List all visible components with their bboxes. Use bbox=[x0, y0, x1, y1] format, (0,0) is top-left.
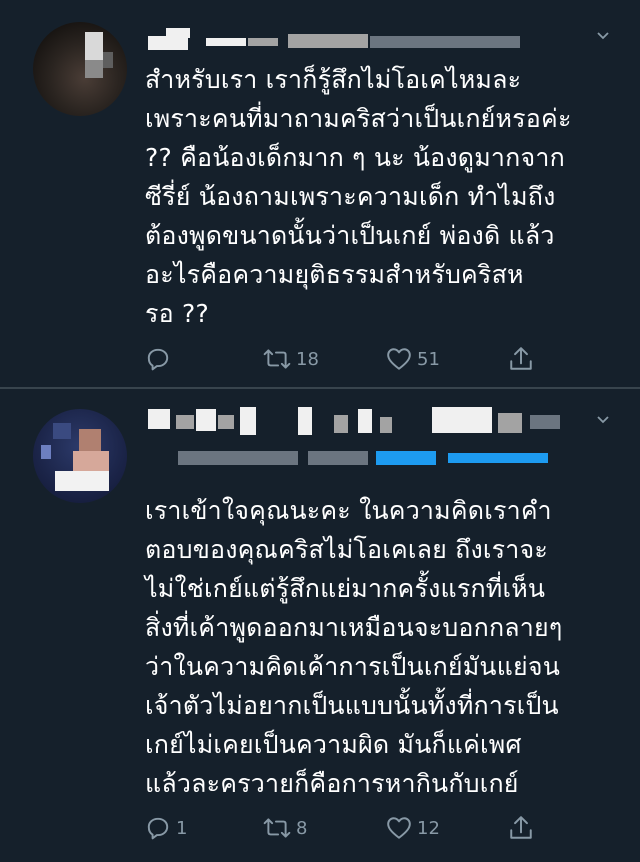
more-chevron-icon[interactable] bbox=[597, 414, 609, 426]
tweet[interactable]: สำหรับเรา เราก็รู้สึกไม่โอเคไหมละ เพราะค… bbox=[0, 0, 640, 388]
like-button[interactable]: 12 bbox=[386, 813, 440, 843]
retweet-count: 18 bbox=[296, 348, 319, 370]
avatar-blur-block bbox=[85, 32, 103, 60]
avatar-blur-block bbox=[103, 52, 113, 68]
retweet-count: 8 bbox=[296, 817, 308, 839]
reply-icon bbox=[145, 815, 171, 841]
retweet-icon bbox=[263, 815, 291, 841]
retweet-icon bbox=[263, 346, 291, 372]
like-icon bbox=[386, 347, 412, 371]
avatar-blur-block bbox=[41, 445, 51, 459]
share-button[interactable] bbox=[509, 344, 533, 374]
reply-button[interactable]: 1 bbox=[145, 813, 187, 843]
avatar-blur-block bbox=[79, 429, 101, 451]
redacted-handle[interactable] bbox=[148, 447, 568, 477]
tweet[interactable]: เราเข้าใจคุณนะคะ ในความคิดเราคำ ตอบของคุ… bbox=[0, 389, 640, 862]
tweet-actions: 18 51 bbox=[145, 344, 545, 374]
like-count: 12 bbox=[417, 817, 440, 839]
tweet-actions: 1 8 12 bbox=[145, 813, 545, 843]
retweet-button[interactable]: 18 bbox=[263, 344, 319, 374]
avatar[interactable] bbox=[33, 22, 127, 116]
reply-count: 1 bbox=[176, 817, 188, 839]
tweet-text: สำหรับเรา เราก็รู้สึกไม่โอเคไหมละ เพราะค… bbox=[145, 65, 572, 328]
avatar-blur-block bbox=[53, 423, 71, 439]
tweet-text: เราเข้าใจคุณนะคะ ในความคิดเราคำ ตอบของคุ… bbox=[145, 496, 563, 798]
like-count: 51 bbox=[417, 348, 440, 370]
avatar-blur-block bbox=[85, 60, 103, 78]
like-icon bbox=[386, 816, 412, 840]
share-icon bbox=[509, 346, 533, 372]
share-icon bbox=[509, 815, 533, 841]
redacted-user-name[interactable] bbox=[148, 28, 568, 58]
retweet-button[interactable]: 8 bbox=[263, 813, 307, 843]
reply-button[interactable] bbox=[145, 344, 176, 374]
reply-icon bbox=[145, 346, 171, 372]
more-chevron-icon[interactable] bbox=[597, 30, 609, 42]
avatar-blur-block bbox=[55, 471, 109, 491]
share-button[interactable] bbox=[509, 813, 533, 843]
redacted-user-name[interactable] bbox=[148, 405, 588, 435]
like-button[interactable]: 51 bbox=[386, 344, 440, 374]
avatar[interactable] bbox=[33, 409, 127, 503]
